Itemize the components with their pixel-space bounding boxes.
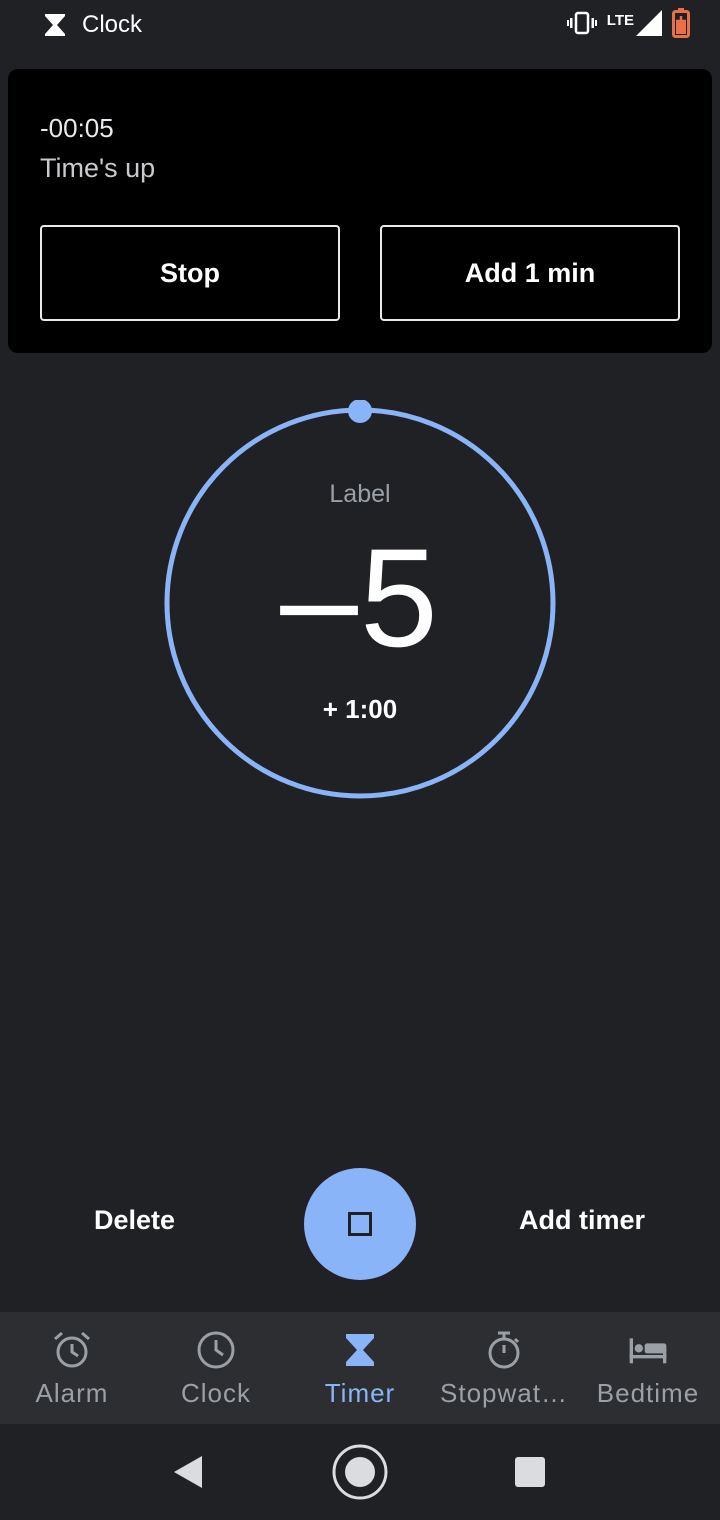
alarm-icon xyxy=(52,1330,92,1370)
status-icons: LTE xyxy=(566,8,690,43)
system-navigation-bar xyxy=(0,1424,720,1520)
nav-label-stopwatch: Stopwat… xyxy=(440,1378,568,1408)
delete-button[interactable]: Delete xyxy=(94,1205,175,1236)
add-timer-button[interactable]: Add timer xyxy=(519,1205,645,1236)
stopwatch-icon xyxy=(484,1330,524,1370)
nav-item-clock[interactable]: Clock xyxy=(144,1312,288,1424)
status-left: Clock xyxy=(40,10,142,40)
vibrate-icon xyxy=(566,11,597,40)
timer-dial[interactable]: Label –5 + 1:00 xyxy=(160,400,560,800)
timer-label[interactable]: Label xyxy=(160,480,560,509)
timer-value: –5 xyxy=(280,519,440,676)
nav-item-alarm[interactable]: Alarm xyxy=(0,1312,144,1424)
nav-label-timer: Timer xyxy=(324,1378,396,1408)
notification-time: -00:05 xyxy=(40,113,114,143)
add-1-min-button[interactable]: Add 1 min xyxy=(380,225,680,321)
recents-icon[interactable] xyxy=(512,1454,548,1490)
hourglass-icon xyxy=(340,1330,380,1370)
network-type: LTE xyxy=(606,12,634,29)
status-app-name: Clock xyxy=(82,11,143,38)
bed-icon xyxy=(628,1330,668,1370)
bottom-navigation: Alarm Clock Timer Stopwat… Bedtime xyxy=(0,1312,720,1424)
timer-notification: -00:05 Time's up Stop Add 1 min xyxy=(8,69,712,353)
status-bar: Clock LTE xyxy=(0,0,720,56)
back-icon[interactable] xyxy=(168,1452,208,1492)
nav-item-bedtime[interactable]: Bedtime xyxy=(576,1312,720,1424)
stop-timer-button[interactable] xyxy=(304,1168,416,1280)
notification-message: Time's up xyxy=(40,153,156,183)
nav-item-timer[interactable]: Timer xyxy=(288,1312,432,1424)
clock-icon xyxy=(196,1330,236,1370)
home-icon[interactable] xyxy=(330,1442,390,1502)
signal-icon xyxy=(636,10,662,41)
nav-item-stopwatch[interactable]: Stopwat… xyxy=(432,1312,576,1424)
nav-label-alarm: Alarm xyxy=(35,1378,109,1408)
stop-icon xyxy=(348,1212,372,1236)
timer-ring-handle xyxy=(348,400,372,423)
hourglass-icon xyxy=(40,10,70,40)
stop-button[interactable]: Stop xyxy=(40,225,340,321)
nav-label-clock: Clock xyxy=(180,1378,251,1408)
add-time-button[interactable]: + 1:00 xyxy=(160,694,560,725)
nav-label-bedtime: Bedtime xyxy=(596,1378,700,1408)
battery-icon xyxy=(672,8,690,43)
